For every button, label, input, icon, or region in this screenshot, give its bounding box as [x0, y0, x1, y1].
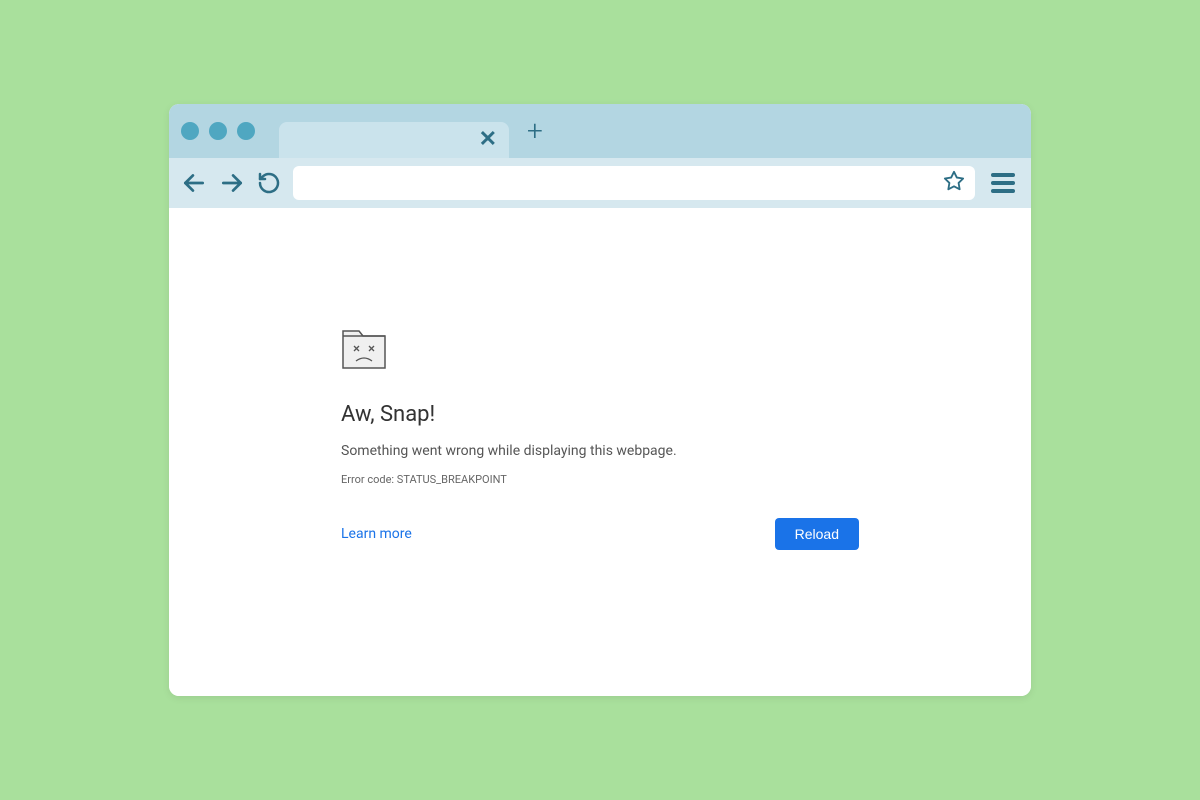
- close-tab-icon[interactable]: ✕: [479, 129, 497, 151]
- star-icon: [943, 170, 965, 192]
- toolbar: [169, 158, 1031, 208]
- minimize-window-button[interactable]: [209, 122, 227, 140]
- new-tab-button[interactable]: +: [527, 117, 543, 145]
- bookmark-button[interactable]: [943, 170, 965, 196]
- error-actions: Learn more Reload: [341, 518, 859, 550]
- reload-button[interactable]: [257, 171, 281, 195]
- reload-icon: [257, 171, 281, 195]
- error-message: Something went wrong while displaying th…: [341, 443, 859, 459]
- error-title: Aw, Snap!: [341, 402, 859, 427]
- error-container: Aw, Snap! Something went wrong while dis…: [341, 328, 859, 550]
- arrow-right-icon: [219, 170, 245, 196]
- arrow-left-icon: [181, 170, 207, 196]
- back-button[interactable]: [181, 170, 207, 196]
- page-content: Aw, Snap! Something went wrong while dis…: [169, 208, 1031, 696]
- hamburger-icon: [991, 173, 1015, 177]
- tab-bar: ✕ +: [169, 104, 1031, 158]
- error-code: Error code: STATUS_BREAKPOINT: [341, 473, 859, 486]
- address-bar[interactable]: [293, 166, 975, 200]
- sad-folder-icon: [341, 328, 859, 374]
- close-window-button[interactable]: [181, 122, 199, 140]
- reload-page-button[interactable]: Reload: [775, 518, 859, 550]
- forward-button[interactable]: [219, 170, 245, 196]
- maximize-window-button[interactable]: [237, 122, 255, 140]
- browser-window: ✕ +: [169, 104, 1031, 696]
- learn-more-link[interactable]: Learn more: [341, 526, 412, 542]
- browser-tab[interactable]: ✕: [279, 122, 509, 158]
- traffic-lights: [181, 122, 255, 140]
- menu-button[interactable]: [987, 169, 1019, 197]
